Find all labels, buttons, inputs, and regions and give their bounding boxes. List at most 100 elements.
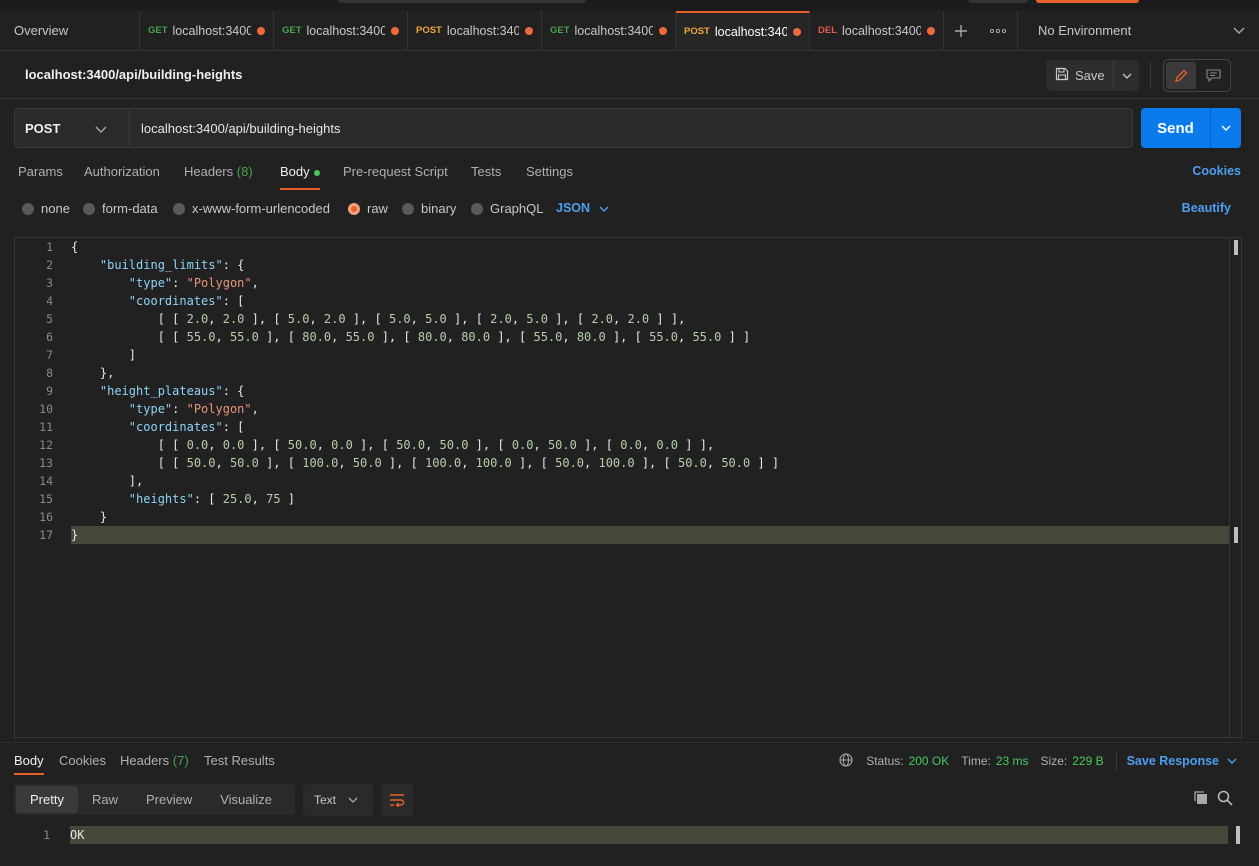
method-select[interactable]: POST: [14, 108, 130, 148]
radio-raw[interactable]: raw: [348, 201, 388, 216]
response-tab-body[interactable]: Body: [14, 753, 44, 775]
radio-graphql[interactable]: GraphQL: [471, 201, 543, 216]
format-label: JSON: [556, 201, 591, 215]
beautify-link[interactable]: Beautify: [1182, 201, 1231, 215]
new-tab-plus-icon[interactable]: [944, 11, 978, 50]
response-body[interactable]: 1 OK: [14, 826, 1242, 866]
request-tab-active[interactable]: POST localhost:340(: [676, 11, 810, 50]
format-preview[interactable]: Preview: [132, 786, 206, 813]
code-line[interactable]: "coordinates": [: [71, 292, 245, 310]
request-tab[interactable]: GET localhost:3400/: [274, 11, 408, 50]
invite-button-edge[interactable]: [968, 0, 1028, 3]
code-line[interactable]: }: [71, 508, 107, 526]
size-value[interactable]: 229 B: [1072, 754, 1103, 768]
code-line[interactable]: [ [ 50.0, 50.0 ], [ 100.0, 50.0 ], [ 100…: [71, 454, 779, 472]
url-input[interactable]: localhost:3400/api/building-heights: [130, 108, 1133, 148]
format-select[interactable]: JSON: [556, 201, 609, 215]
radio-form-data[interactable]: form-data: [83, 201, 158, 216]
response-type-select[interactable]: Text: [303, 784, 373, 816]
code-line[interactable]: "heights": [ 25.0, 75 ]: [71, 490, 295, 508]
tab-params[interactable]: Params: [18, 164, 63, 179]
editor-scrollbar[interactable]: [1229, 238, 1241, 737]
line-number: 1: [46, 240, 53, 254]
copy-icon[interactable]: [1193, 790, 1209, 809]
tab-url: localhost:340(: [714, 24, 787, 39]
code-line[interactable]: }: [71, 526, 1229, 544]
code-line[interactable]: "type": "Polygon",: [71, 400, 259, 418]
wrap-lines-button[interactable]: [381, 784, 413, 816]
code-line[interactable]: "coordinates": [: [71, 418, 245, 436]
request-tab[interactable]: GET localhost:3400/: [140, 11, 274, 50]
tab-tests[interactable]: Tests: [471, 164, 501, 179]
save-button[interactable]: Save: [1046, 60, 1139, 91]
scrollbar-thumb[interactable]: [1234, 240, 1238, 255]
response-tab-headers[interactable]: Headers (7): [120, 753, 189, 768]
search-icon[interactable]: [1217, 790, 1233, 809]
tab-pre-request-script[interactable]: Pre-request Script: [343, 164, 448, 179]
response-tab-cookies[interactable]: Cookies: [59, 753, 106, 768]
code-line[interactable]: [ [ 55.0, 55.0 ], [ 80.0, 55.0 ], [ 80.0…: [71, 328, 751, 346]
response-line[interactable]: OK: [70, 826, 1228, 844]
tab-headers[interactable]: Headers (8): [184, 164, 253, 179]
request-title[interactable]: localhost:3400/api/building-heights: [25, 67, 242, 82]
cookies-link[interactable]: Cookies: [1192, 164, 1241, 178]
code-line[interactable]: },: [71, 364, 114, 382]
code-line[interactable]: "type": "Polygon",: [71, 274, 259, 292]
line-number: 8: [46, 366, 53, 380]
code-line[interactable]: ]: [71, 346, 136, 364]
request-tab[interactable]: DEL localhost:3400/: [810, 11, 944, 50]
code-editor[interactable]: 1 2 3 4 5 6 7 8 9 10 11 12 13 14 15 16 1…: [14, 237, 1242, 738]
format-visualize[interactable]: Visualize: [206, 786, 286, 813]
response-meta: Status: 200 OK Time: 23 ms Size: 229 B S…: [839, 752, 1237, 770]
request-tab[interactable]: POST localhost:340(: [408, 11, 542, 50]
format-raw[interactable]: Raw: [78, 786, 132, 813]
send-button[interactable]: Send: [1141, 108, 1241, 148]
radio-binary[interactable]: binary: [402, 201, 456, 216]
send-options-chevron-icon[interactable]: [1210, 108, 1241, 148]
code-line[interactable]: ],: [71, 472, 143, 490]
line-number: 11: [39, 420, 53, 434]
chevron-down-icon: [348, 797, 358, 803]
tab-url: localhost:3400/: [306, 23, 385, 38]
tab-method: GET: [550, 25, 570, 36]
line-number: 13: [39, 456, 53, 470]
body-type-options: none form-data x-www-form-urlencoded raw…: [0, 196, 1259, 220]
response-tab-test-results[interactable]: Test Results: [204, 753, 275, 768]
status-label: Status:: [866, 754, 904, 768]
search-bar-edge[interactable]: [338, 0, 586, 3]
tab-method: GET: [148, 25, 168, 36]
unsaved-dot-icon: [391, 26, 399, 35]
headers-count: (8): [236, 164, 253, 179]
line-number: 6: [46, 330, 53, 344]
time-value[interactable]: 23 ms: [996, 754, 1029, 768]
code-line[interactable]: "building_limits": {: [71, 256, 245, 274]
more-tabs-icon[interactable]: [978, 11, 1018, 50]
radio-none[interactable]: none: [22, 201, 70, 216]
edit-pencil-icon[interactable]: [1166, 62, 1196, 89]
tab-overview[interactable]: Overview: [0, 11, 140, 50]
response-divider[interactable]: [0, 742, 1259, 743]
radio-urlencoded[interactable]: x-www-form-urlencoded: [173, 201, 330, 216]
upgrade-button-edge[interactable]: [1036, 0, 1139, 3]
request-tab[interactable]: GET localhost:3400/: [542, 11, 676, 50]
tab-body[interactable]: Body: [280, 164, 320, 190]
comments-icon[interactable]: [1198, 62, 1228, 89]
tab-settings[interactable]: Settings: [526, 164, 573, 179]
tab-authorization[interactable]: Authorization: [84, 164, 160, 179]
request-header: localhost:3400/api/building-heights Save: [0, 52, 1259, 99]
code-line[interactable]: {: [71, 238, 78, 256]
format-pretty[interactable]: Pretty: [16, 786, 78, 813]
radio-circle: [471, 202, 483, 215]
save-response-button[interactable]: Save Response: [1127, 754, 1237, 768]
chevron-down-icon: [1233, 23, 1245, 38]
divider: [1150, 62, 1151, 89]
status-value[interactable]: 200 OK: [909, 754, 950, 768]
radio-label: GraphQL: [490, 201, 544, 216]
code-line[interactable]: "height_plateaus": {: [71, 382, 245, 400]
save-options-chevron-icon[interactable]: [1113, 60, 1139, 91]
globe-icon[interactable]: [839, 752, 853, 770]
code-line[interactable]: [ [ 0.0, 0.0 ], [ 50.0, 0.0 ], [ 50.0, 5…: [71, 436, 714, 454]
code-line[interactable]: [ [ 2.0, 2.0 ], [ 5.0, 2.0 ], [ 5.0, 5.0…: [71, 310, 686, 328]
environment-select[interactable]: No Environment: [1018, 11, 1259, 50]
method-label: POST: [25, 120, 61, 136]
